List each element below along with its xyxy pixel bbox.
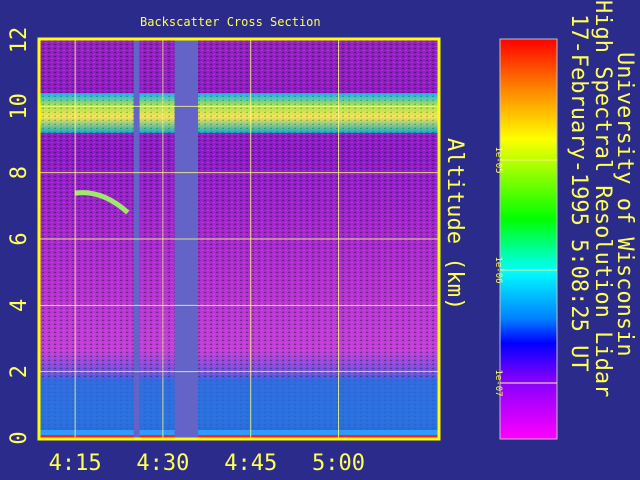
feature-cirrus-layer xyxy=(40,93,438,133)
x-tick-labels: 4:15 4:30 4:45 5:00 xyxy=(49,451,365,476)
instrument-label: High Spectral Resolution Lidar xyxy=(590,0,615,398)
y-axis-label: Altitude (km) xyxy=(442,138,467,311)
feature-boundary-layer xyxy=(40,378,438,438)
y-tick-label-2: 4 xyxy=(7,299,32,312)
y-tick-label-0: 0 xyxy=(7,431,32,444)
x-tick-label-0: 4:15 xyxy=(49,451,102,476)
y-tick-label-3: 6 xyxy=(7,232,32,245)
colorbar-tick-label-1: 1e-06 xyxy=(493,256,503,283)
colorbar-tick-label-2: 1e-07 xyxy=(493,369,503,396)
y-tick-label-4: 8 xyxy=(7,166,32,179)
x-tick-label-2: 4:45 xyxy=(224,451,277,476)
x-tick-label-1: 4:30 xyxy=(136,451,189,476)
date-time-label: 17-February-1995 5:08:25 UT xyxy=(566,14,591,372)
colorbar-tick-label-0: 1e-05 xyxy=(493,146,503,173)
x-tick-label-3: 5:00 xyxy=(312,451,365,476)
backscatter-chart: 4:15 4:30 4:45 5:00 0 2 4 6 8 10 12 1e-05 1e-06 1e-… xyxy=(7,27,558,476)
colorbar xyxy=(499,38,558,440)
institution-label: University of Wisconsin xyxy=(612,52,637,357)
chart-title: Backscatter Cross Section xyxy=(140,15,321,29)
y-tick-label-5: 10 xyxy=(7,93,32,120)
y-tick-label-1: 2 xyxy=(7,365,32,378)
y-tick-label-6: 12 xyxy=(7,27,32,54)
y-tick-labels: 0 2 4 6 8 10 12 xyxy=(7,27,32,445)
